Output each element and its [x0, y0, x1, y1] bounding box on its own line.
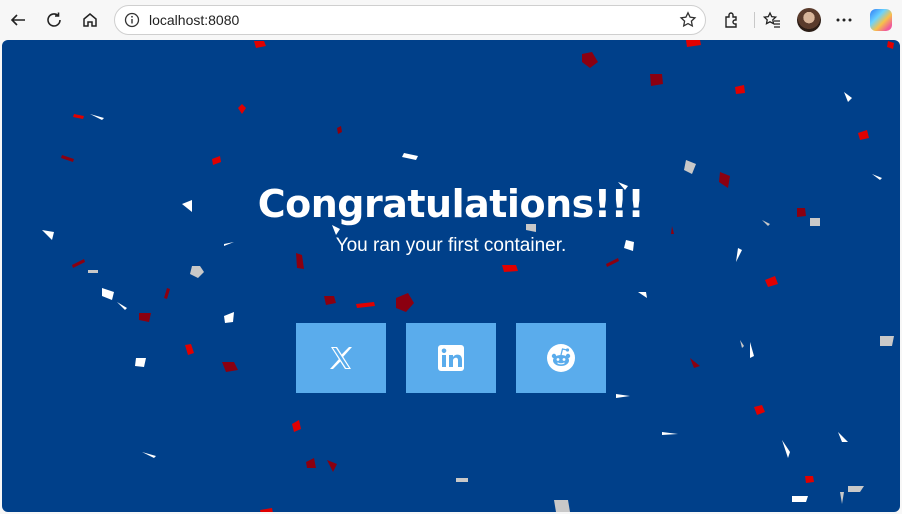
info-icon[interactable]: [124, 12, 140, 28]
refresh-icon[interactable]: [40, 6, 68, 34]
toolbar-divider: [754, 12, 755, 28]
page-subtitle: You ran your first container.: [335, 235, 567, 256]
reddit-share-button[interactable]: [516, 323, 606, 393]
back-arrow-icon[interactable]: [4, 6, 32, 34]
address-bar[interactable]: localhost:8080: [114, 5, 706, 35]
linkedin-share-button[interactable]: [406, 323, 496, 393]
more-icon[interactable]: [830, 6, 858, 34]
x-share-button[interactable]: [296, 323, 386, 393]
puzzle-icon[interactable]: [718, 6, 746, 34]
url-text[interactable]: localhost:8080: [149, 12, 239, 28]
linkedin-logo-icon: [438, 345, 464, 371]
page-title: Congratulations!!!: [257, 182, 645, 226]
avatar[interactable]: [797, 8, 821, 32]
reddit-logo-icon: [547, 344, 575, 372]
confetti-layer: [42, 40, 894, 512]
hero: Congratulations!!! You ran your first co…: [2, 180, 900, 258]
confetti-white: [42, 92, 882, 502]
confetti-dark-red: [61, 52, 806, 472]
copilot-icon[interactable]: [870, 9, 892, 31]
star-icon[interactable]: [679, 11, 697, 29]
x-logo-icon: [330, 347, 352, 369]
browser-toolbar: localhost:8080: [0, 0, 902, 40]
page-viewport: Congratulations!!! You ran your first co…: [2, 40, 900, 512]
home-icon[interactable]: [76, 6, 104, 34]
favorites-icon[interactable]: [758, 6, 786, 34]
